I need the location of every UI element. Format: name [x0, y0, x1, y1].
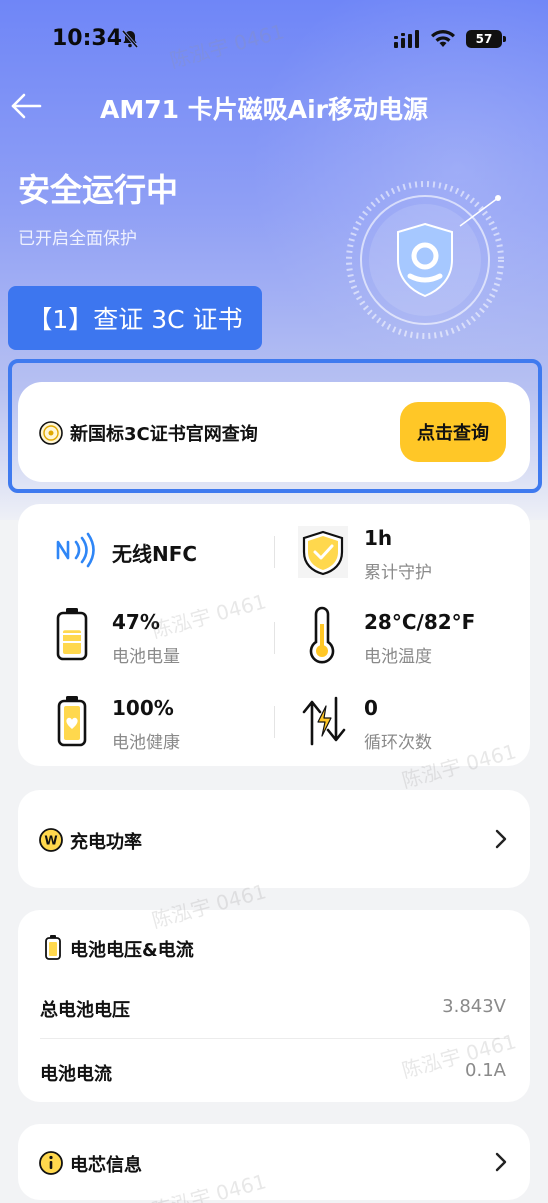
- 3c-cert-card: 新国标3C证书官网查询 点击查询: [18, 382, 530, 482]
- battery-stats-card: 无线NFC 1h 累计守护 47% 电池电量 28°C/82°F 电池温度 10…: [18, 504, 530, 766]
- cell-info-title: 电芯信息: [70, 1155, 142, 1176]
- battery-temperature-label: 电池温度: [364, 647, 432, 667]
- battery-health-value: 100%: [112, 696, 174, 720]
- cellular-signal-icon: [394, 30, 419, 48]
- wifi-icon: [431, 30, 455, 47]
- cycle-count-icon: [302, 696, 346, 746]
- divider: [40, 1038, 508, 1039]
- charge-power-row[interactable]: W 充电功率: [18, 790, 530, 888]
- verify-3c-step-button[interactable]: 【1】查证 3C 证书: [8, 286, 262, 350]
- cycle-count-label: 循环次数: [364, 733, 432, 753]
- back-arrow-icon[interactable]: [10, 92, 42, 120]
- chevron-right-icon: [495, 1152, 507, 1172]
- thermometer-icon: [309, 606, 335, 664]
- divider: [274, 706, 275, 738]
- divider: [274, 536, 275, 568]
- guard-time-label: 累计守护: [364, 563, 432, 583]
- battery-level-label: 电池电量: [112, 647, 180, 667]
- battery-health-icon: [57, 696, 87, 747]
- battery-level-icon: [56, 608, 88, 661]
- total-voltage-value: 3.843V: [442, 996, 506, 1017]
- safety-status-title: 安全运行中: [18, 171, 179, 209]
- battery-level-value: 47%: [112, 610, 160, 634]
- nfc-label: 无线NFC: [112, 542, 198, 566]
- battery-current-value: 0.1A: [465, 1060, 506, 1081]
- cell-info-row[interactable]: 电芯信息: [18, 1124, 530, 1200]
- shield-check-icon: [298, 526, 348, 578]
- voltage-current-title: 电池电压&电流: [70, 940, 194, 961]
- page-title: AM71 卡片磁吸Air移动电源: [100, 95, 428, 124]
- total-voltage-label: 总电池电压: [40, 1000, 130, 1021]
- safety-status-subtitle: 已开启全面保护: [18, 229, 137, 249]
- 3c-cert-icon: [39, 421, 63, 445]
- cycle-count-value: 0: [364, 696, 378, 720]
- battery-current-label: 电池电流: [40, 1064, 112, 1085]
- query-button[interactable]: 点击查询: [400, 402, 506, 462]
- guard-time-value: 1h: [364, 526, 393, 550]
- battery-small-icon: [45, 935, 61, 960]
- 3c-cert-label: 新国标3C证书官网查询: [70, 424, 258, 445]
- divider: [274, 622, 275, 654]
- voltage-current-card: 电池电压&电流 总电池电压 3.843V 电池电流 0.1A: [18, 910, 530, 1102]
- charge-power-title: 充电功率: [70, 832, 142, 853]
- svg-text:W: W: [44, 834, 57, 848]
- chevron-right-icon: [495, 829, 507, 849]
- watt-icon: W: [39, 828, 63, 852]
- nfc-icon: [56, 532, 95, 568]
- battery-indicator: 57: [466, 30, 506, 48]
- status-time: 10:34: [52, 26, 123, 51]
- info-icon: [39, 1151, 63, 1175]
- bell-off-icon: [121, 30, 139, 48]
- battery-temperature-value: 28°C/82°F: [364, 610, 476, 634]
- battery-health-label: 电池健康: [112, 733, 180, 753]
- protection-shield-icon: [346, 181, 504, 339]
